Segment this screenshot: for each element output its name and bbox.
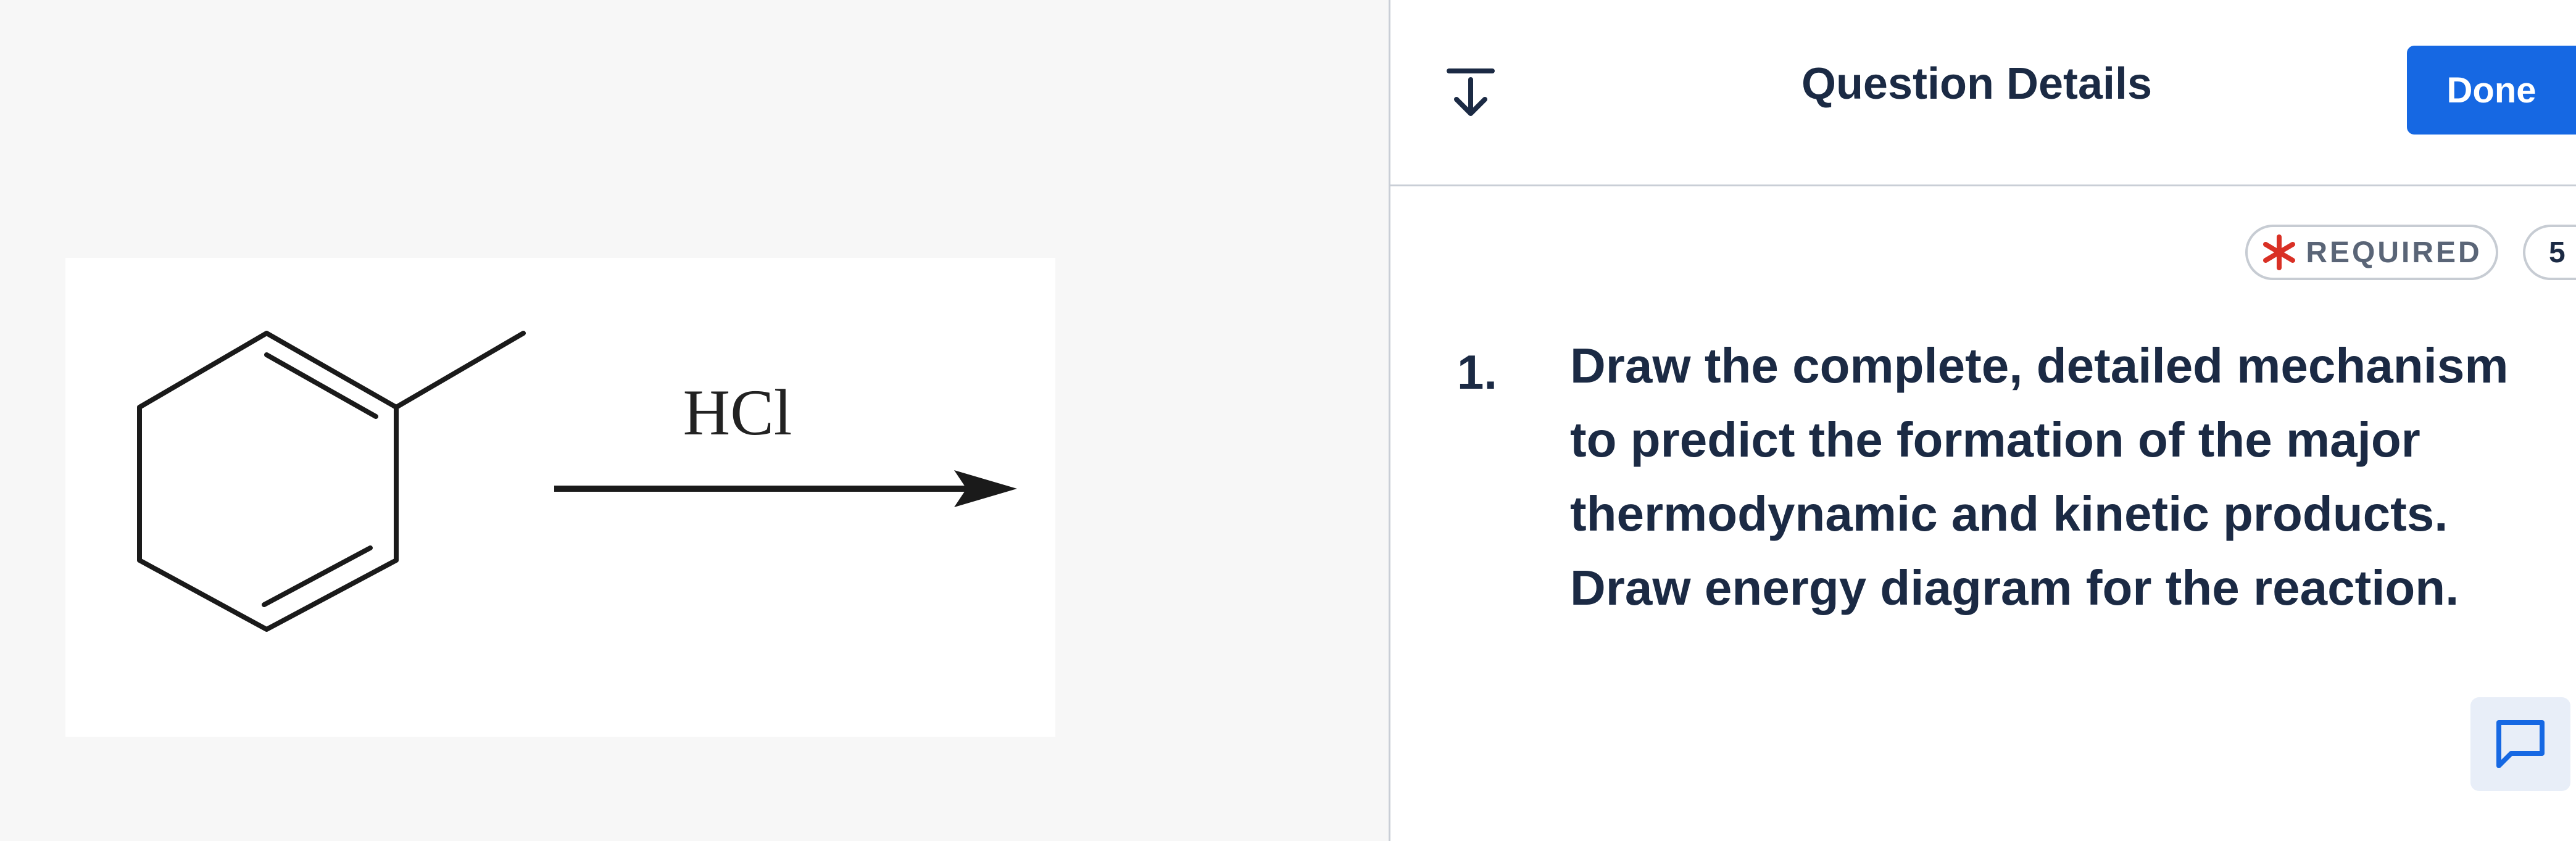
page-title: Question Details [1801,59,2153,109]
collapse-button[interactable] [1440,62,1502,123]
required-label: REQUIRED [2306,236,2482,269]
question-number: 1. [1457,345,1498,399]
image-pane: HCl [0,0,1389,841]
question-line: Draw the complete, detailed mechanism [1570,338,2509,393]
points-badge: 5 [2523,225,2576,280]
done-button[interactable]: Done [2407,46,2576,135]
reagent-label: HCl [683,376,792,449]
details-header: Question Details Done [1390,0,2576,186]
asterisk-icon [2263,234,2296,270]
question-line: to predict the formation of the major [1570,412,2420,467]
question-text: Draw the complete, detailed mechanism to… [1570,329,2564,625]
reaction-figure [65,258,1055,737]
comment-button[interactable] [2470,697,2570,791]
required-badge: REQUIRED [2245,225,2498,280]
methyl-bond [394,331,526,410]
question-line: Draw energy diagram for the reaction. [1570,560,2459,615]
collapse-down-icon [1447,68,1495,116]
molecule-drawing [137,331,1017,632]
question-details-pane: Question Details Done REQUIRED 5 1. Draw… [1390,0,2576,841]
ring-bonds [137,331,399,632]
comment-icon [2496,720,2545,768]
question-line: thermodynamic and kinetic products. [1570,486,2448,541]
double-bond-lower [262,545,373,607]
